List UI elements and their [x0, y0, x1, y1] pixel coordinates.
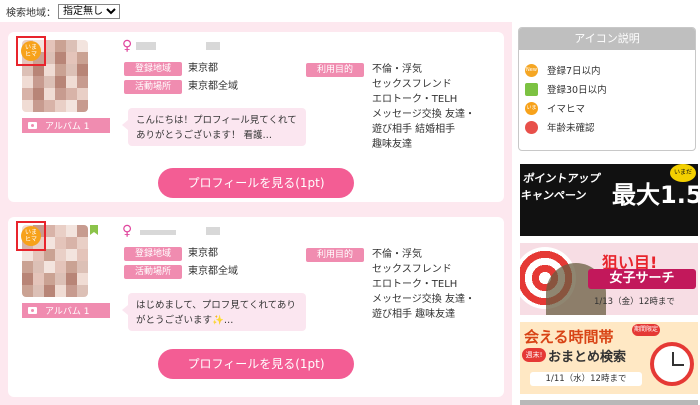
profile-card: いま ヒマ アルバム 1 ♀ 登録地域 東京都 活動場所 東京都全域 利用目的 不…: [8, 32, 504, 202]
imahima-icon: いま ヒマ: [21, 226, 41, 246]
search-region-label: 検索地域：: [6, 7, 56, 19]
region-value: 東京都: [188, 63, 218, 74]
banner-date: 1/13（金）12時まで: [594, 297, 675, 307]
legend-item: いま イマヒマ: [525, 100, 585, 116]
imahima-badge-highlight: いま ヒマ: [16, 221, 46, 251]
age-unverified-icon: [525, 120, 538, 134]
banner-tag: 期間限定: [632, 324, 660, 336]
banner-tag: 週末!: [522, 348, 546, 362]
banner-tag: いまだけ!!: [670, 164, 696, 194]
legend-label: 登録7日以内: [547, 66, 601, 77]
region-value: 東京都: [188, 248, 218, 259]
nerai-me-banner[interactable]: 狙い目! 女子サーチ 1/13（金）12時まで: [520, 243, 698, 315]
imahima-icon: いま: [525, 101, 538, 115]
album-button[interactable]: アルバム 1: [22, 118, 110, 133]
profile-card: いま ヒマ アルバム 1 ♀ 登録地域 東京都 活動場所 東京都全域 利用目的 不…: [8, 217, 504, 397]
album-button[interactable]: アルバム 1: [22, 303, 110, 318]
name-blurred: [206, 42, 220, 50]
icon-legend-panel: アイコン説明 New 登録7日以内 登録30日以内 いま イマヒマ 年齢未確認: [518, 27, 696, 151]
profile-list: いま ヒマ アルバム 1 ♀ 登録地域 東京都 活動場所 東京都全域 利用目的 不…: [0, 22, 512, 405]
legend-item: 年齢未確認: [525, 119, 595, 135]
profile-message: こんにちは！プロフィール見てくれてありがとうございます！ 看護…: [122, 108, 306, 146]
purpose-tag: 利用目的: [306, 63, 364, 77]
name-blurred: [206, 227, 220, 235]
banner-date: 1/11（水）12時まで: [530, 372, 642, 386]
imahima-icon: いま ヒマ: [21, 41, 41, 61]
legend-item: 登録30日以内: [525, 81, 607, 97]
area-value: 東京都全域: [188, 266, 238, 277]
album-label: アルバム 1: [45, 307, 90, 317]
album-label: アルバム 1: [45, 122, 90, 132]
sidebar: アイコン説明 New 登録7日以内 登録30日以内 いま イマヒマ 年齢未確認 …: [512, 0, 700, 405]
purpose-list: 不倫・浮気 セックスフレンド エロトーク・TELH メッセージ交換 友達・ 遊び…: [372, 64, 475, 150]
camera-icon: [28, 122, 37, 129]
banner-partial[interactable]: [520, 400, 698, 405]
purpose-tag: 利用目的: [306, 248, 364, 262]
legend-item: New 登録7日以内: [525, 62, 601, 78]
region-tag: 登録地域: [124, 62, 182, 76]
point-up-campaign-banner[interactable]: ポイントアップ キャンペーン 最大1.5倍 いまだけ!!: [520, 164, 698, 236]
purpose-list: 不倫・浮気 セックスフレンド エロトーク・TELH メッセージ交換 友達・ 遊び…: [372, 249, 475, 320]
area-value: 東京都全域: [188, 81, 238, 92]
name-blurred: [140, 230, 176, 235]
legend-label: イマヒマ: [547, 104, 586, 115]
area-tag: 活動場所: [124, 265, 182, 279]
region-tag: 登録地域: [124, 247, 182, 261]
female-icon: ♀: [122, 38, 133, 54]
profile-message: はじめまして、プロフ見てくれてありがとうございます✨…: [122, 293, 306, 331]
area-tag: 活動場所: [124, 80, 182, 94]
female-icon: ♀: [122, 223, 133, 239]
imahima-badge-highlight: いま ヒマ: [16, 36, 46, 66]
banner-subtitle: 女子サーチ: [588, 269, 696, 289]
view-profile-button[interactable]: プロフィールを見る(1pt): [158, 168, 354, 198]
legend-label: 登録30日以内: [547, 85, 607, 96]
new-icon: New: [525, 63, 538, 77]
name-blurred: [136, 42, 156, 50]
banner-subtitle: おまとめ検索: [548, 350, 627, 365]
beginner-icon: [525, 82, 538, 96]
aeru-jikantai-banner[interactable]: 会える時間帯 期間限定 週末! おまとめ検索 1/11（水）12時まで: [520, 322, 698, 394]
camera-icon: [28, 307, 37, 314]
banner-text: ポイントアップ キャンペーン: [520, 172, 602, 202]
search-region-select[interactable]: 指定無し: [58, 3, 120, 19]
view-profile-button[interactable]: プロフィールを見る(1pt): [158, 349, 354, 379]
beginner-icon: [90, 225, 98, 235]
search-region-bar: 検索地域： 指定無し: [6, 3, 120, 19]
banner-title: 会える時間帯: [524, 328, 614, 346]
legend-label: 年齢未確認: [547, 123, 595, 134]
icon-legend-title: アイコン説明: [519, 28, 695, 50]
